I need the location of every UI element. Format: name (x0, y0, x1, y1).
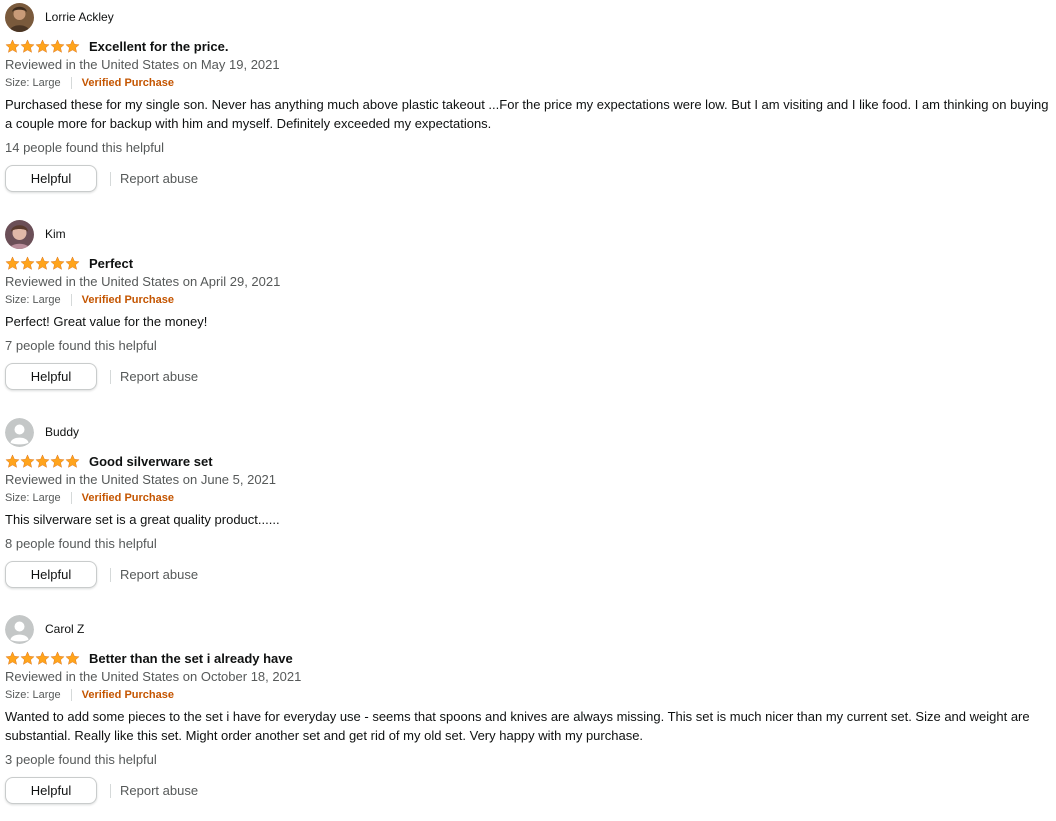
reviewer-name[interactable]: Lorrie Ackley (45, 10, 114, 24)
star-icon (50, 650, 65, 665)
review-body: This silverware set is a great quality p… (5, 512, 280, 527)
default-avatar-icon[interactable] (5, 417, 34, 447)
divider (70, 492, 72, 504)
divider (70, 77, 72, 89)
avatar[interactable] (5, 219, 34, 249)
divider (110, 567, 111, 582)
star-rating[interactable] (5, 453, 80, 469)
review-title[interactable]: Excellent for the price. (89, 39, 228, 54)
star-icon (50, 255, 65, 270)
star-icon (35, 650, 50, 665)
star-rating[interactable] (5, 255, 80, 271)
report-abuse-link[interactable]: Report abuse (120, 783, 198, 798)
divider (110, 783, 111, 798)
verified-purchase-badge: Verified Purchase (81, 294, 174, 306)
star-icon (5, 255, 20, 270)
reviewer-profile[interactable]: Buddy (5, 417, 1051, 447)
verified-purchase-badge: Verified Purchase (81, 492, 174, 504)
reviewer-profile[interactable]: Carol Z (5, 614, 1051, 644)
helpful-button[interactable]: Helpful (5, 165, 97, 192)
reviewer-name[interactable]: Kim (45, 227, 66, 241)
helpful-count: 3 people found this helpful (5, 752, 157, 767)
star-icon (20, 650, 35, 665)
report-abuse-link[interactable]: Report abuse (120, 369, 198, 384)
reviewer-profile[interactable]: Lorrie Ackley (5, 2, 1051, 32)
review-title[interactable]: Good silverware set (89, 454, 213, 469)
star-icon (5, 453, 20, 468)
review-body: Purchased these for my single son. Never… (5, 97, 1049, 131)
star-rating[interactable] (5, 38, 80, 54)
report-abuse-link[interactable]: Report abuse (120, 567, 198, 582)
reviewer-name[interactable]: Buddy (45, 425, 79, 439)
size-variant[interactable]: Size: Large (5, 489, 61, 507)
star-rating[interactable] (5, 650, 80, 666)
star-icon (35, 38, 50, 53)
helpful-button[interactable]: Helpful (5, 777, 97, 804)
star-icon (65, 453, 80, 468)
avatar[interactable] (5, 2, 34, 32)
review-card: Lorrie Ackley Excellent for the price. R… (5, 2, 1051, 192)
helpful-count: 7 people found this helpful (5, 338, 157, 353)
divider (110, 369, 111, 384)
star-icon (65, 38, 80, 53)
star-icon (5, 38, 20, 53)
review-date: Reviewed in the United States on October… (5, 669, 302, 684)
verified-purchase-badge: Verified Purchase (81, 77, 174, 89)
review-date: Reviewed in the United States on May 19,… (5, 57, 280, 72)
review-title[interactable]: Perfect (89, 256, 133, 271)
star-icon (65, 650, 80, 665)
divider (70, 689, 72, 701)
star-icon (50, 38, 65, 53)
divider (70, 294, 72, 306)
star-icon (35, 453, 50, 468)
star-icon (50, 453, 65, 468)
report-abuse-link[interactable]: Report abuse (120, 171, 198, 186)
helpful-button[interactable]: Helpful (5, 363, 97, 390)
review-date: Reviewed in the United States on June 5,… (5, 472, 277, 487)
review-body: Wanted to add some pieces to the set i h… (5, 709, 1030, 743)
review-date: Reviewed in the United States on April 2… (5, 274, 281, 289)
star-icon (35, 255, 50, 270)
star-icon (20, 255, 35, 270)
reviewer-name[interactable]: Carol Z (45, 622, 84, 636)
review-title[interactable]: Better than the set i already have (89, 651, 293, 666)
star-icon (20, 453, 35, 468)
star-icon (20, 38, 35, 53)
star-icon (65, 255, 80, 270)
star-icon (5, 650, 20, 665)
divider (110, 171, 111, 186)
review-card: Carol Z Better than the set i already ha… (5, 614, 1051, 804)
default-avatar-icon[interactable] (5, 614, 34, 644)
reviewer-profile[interactable]: Kim (5, 219, 1051, 249)
helpful-count: 8 people found this helpful (5, 536, 157, 551)
review-body: Perfect! Great value for the money! (5, 314, 208, 329)
helpful-count: 14 people found this helpful (5, 140, 165, 155)
review-card: Buddy Good silverware set Reviewed in th… (5, 417, 1051, 588)
review-card: Kim Perfect Reviewed in the United State… (5, 219, 1051, 390)
size-variant[interactable]: Size: Large (5, 291, 61, 309)
helpful-button[interactable]: Helpful (5, 561, 97, 588)
size-variant[interactable]: Size: Large (5, 686, 61, 704)
size-variant[interactable]: Size: Large (5, 74, 61, 92)
verified-purchase-badge: Verified Purchase (81, 689, 174, 701)
